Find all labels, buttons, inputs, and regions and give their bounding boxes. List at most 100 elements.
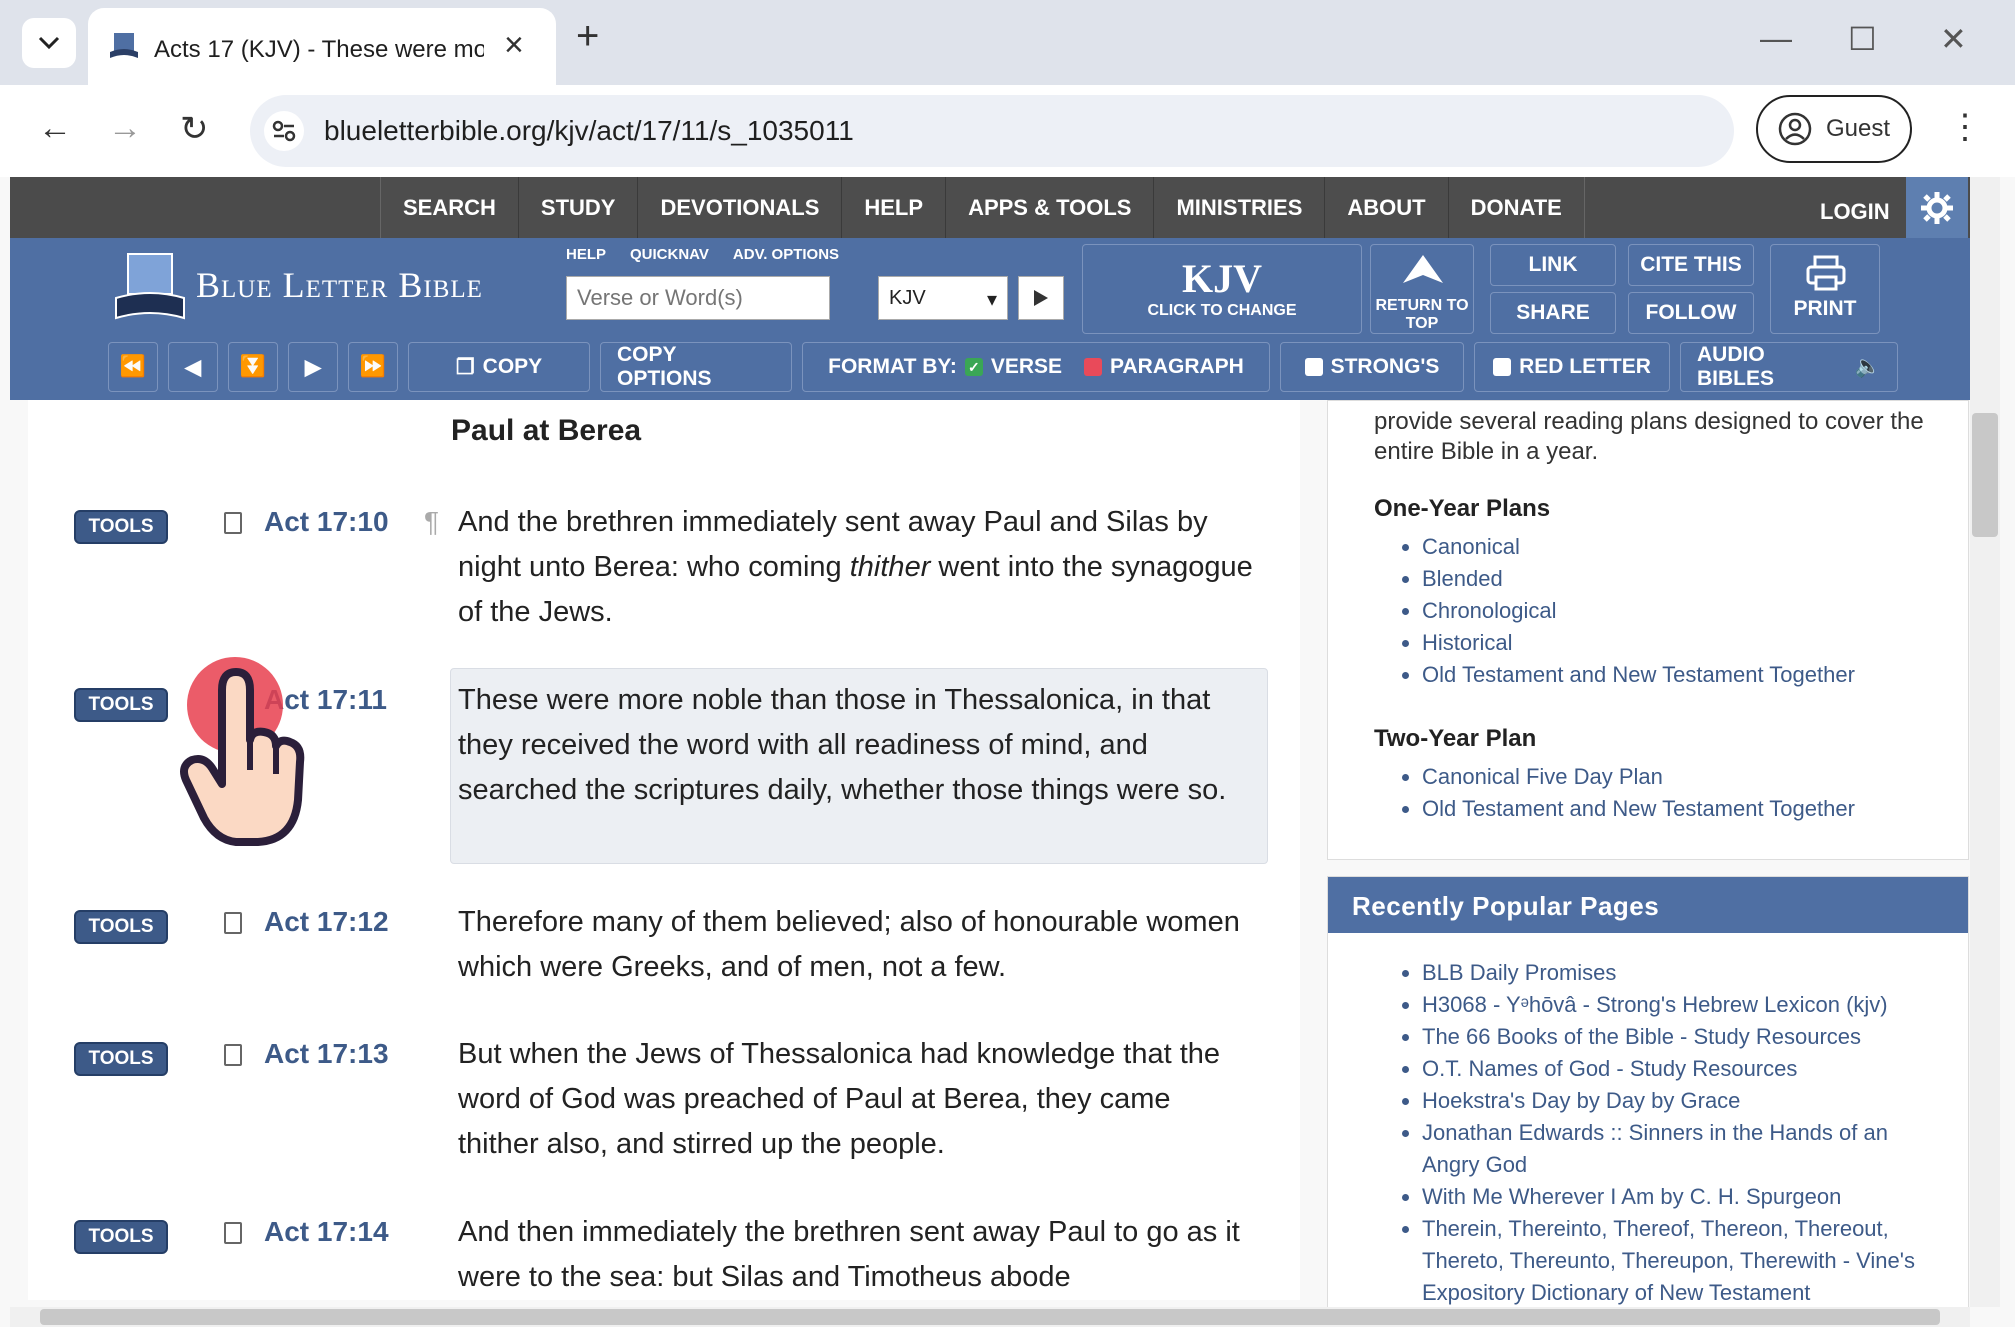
popular-page-link[interactable]: H3068 - Yᵊhōvâ - Strong's Hebrew Lexicon… <box>1422 989 1942 1021</box>
tools-button[interactable]: TOOLS <box>74 688 168 722</box>
verse-search-input[interactable] <box>566 276 830 320</box>
verse-reference[interactable]: Act 17:13 <box>264 1038 389 1070</box>
prev-chapter-button[interactable]: ◀ <box>168 342 218 392</box>
next-chapter-button[interactable]: ▶ <box>288 342 338 392</box>
plan-link[interactable]: Blended <box>1422 563 1855 595</box>
forward-icon[interactable]: → <box>108 109 142 148</box>
verse-reference[interactable]: Act 17:10 <box>264 506 389 538</box>
popular-page-link[interactable]: With Me Wherever I Am by C. H. Spurgeon <box>1422 1181 1942 1213</box>
address-bar[interactable]: blueletterbible.org/kjv/act/17/11/s_1035… <box>250 95 1734 167</box>
maximize-icon[interactable]: ☐ <box>1848 20 1877 58</box>
last-chapter-button[interactable]: ⏩ <box>348 342 398 392</box>
cite-button[interactable]: CITE THIS <box>1628 244 1754 286</box>
paragraph-format-option[interactable]: PARAGRAPH <box>1110 355 1244 379</box>
audio-bibles-button[interactable]: AUDIO BIBLES 🔈 <box>1680 342 1898 392</box>
new-tab-button[interactable]: + <box>576 14 599 59</box>
menu-study[interactable]: STUDY <box>519 177 639 238</box>
copy-verse-icon[interactable] <box>224 512 242 534</box>
tools-button[interactable]: TOOLS <box>74 1042 168 1076</box>
print-button[interactable]: PRINT <box>1770 244 1880 334</box>
checkbox-icon <box>1493 358 1512 376</box>
quicknav-link[interactable]: QUICKNAV <box>630 246 709 263</box>
site-info-icon[interactable] <box>264 111 304 151</box>
scrollbar-thumb[interactable] <box>1972 413 1998 537</box>
menu-about[interactable]: ABOUT <box>1325 177 1449 238</box>
vertical-scrollbar[interactable] <box>1970 177 2000 1307</box>
popular-pages-list: BLB Daily Promises H3068 - Yᵊhōvâ - Stro… <box>1422 957 1942 1309</box>
tools-button[interactable]: TOOLS <box>74 1220 168 1254</box>
copy-verse-icon[interactable] <box>224 1044 242 1066</box>
verse-reference[interactable]: Act 17:12 <box>264 906 389 938</box>
return-top-button[interactable]: RETURN TO TOP <box>1370 244 1474 334</box>
menu-apps-tools[interactable]: APPS & TOOLS <box>946 177 1155 238</box>
menu-devotionals[interactable]: DEVOTIONALS <box>638 177 843 238</box>
strongs-label: STRONG'S <box>1330 355 1440 378</box>
plan-link[interactable]: Historical <box>1422 627 1855 659</box>
popular-page-link[interactable]: Jonathan Edwards :: Sinners in the Hands… <box>1422 1117 1942 1181</box>
format-by-label: FORMAT BY: <box>828 355 957 378</box>
link-button[interactable]: LINK <box>1490 244 1616 286</box>
version-select[interactable]: KJV ▾ <box>878 276 1008 320</box>
horizontal-scrollbar[interactable] <box>10 1307 1970 1327</box>
tools-button[interactable]: TOOLS <box>74 510 168 544</box>
settings-button[interactable] <box>1906 177 1968 238</box>
menu-search[interactable]: SEARCH <box>381 177 519 238</box>
login-link[interactable]: LOGIN <box>1820 199 1890 225</box>
profile-label: Guest <box>1826 115 1891 142</box>
tab-search-button[interactable] <box>22 18 76 68</box>
copy-button[interactable]: ❐ COPY <box>408 342 590 392</box>
plan-link[interactable]: Canonical <box>1422 531 1855 563</box>
menu-donate[interactable]: DONATE <box>1449 177 1584 238</box>
minimize-icon[interactable]: — <box>1760 20 1792 57</box>
plan-link[interactable]: Canonical Five Day Plan <box>1422 761 1855 793</box>
popular-page-link[interactable]: The 66 Books of the Bible - Study Resour… <box>1422 1021 1942 1053</box>
menu-ministries[interactable]: MINISTRIES <box>1154 177 1326 238</box>
menu-icon[interactable]: ⋮ <box>1948 107 1982 147</box>
follow-button[interactable]: FOLLOW <box>1628 292 1754 334</box>
verse-text: These were more noble than those in Thes… <box>458 684 1227 806</box>
verse-text: And the brethren immediately sent away P… <box>458 500 1258 635</box>
main-menu: SEARCH STUDY DEVOTIONALS HELP APPS & TOO… <box>380 177 1585 238</box>
gear-icon <box>1921 191 1953 224</box>
reload-icon[interactable]: ↻ <box>180 109 209 149</box>
popular-page-link[interactable]: Therein, Thereinto, Thereof, Thereon, Th… <box>1422 1213 1942 1309</box>
version-change-button[interactable]: KJV CLICK TO CHANGE <box>1082 244 1362 334</box>
first-chapter-button[interactable]: ⏪ <box>108 342 158 392</box>
search-options: HELP QUICKNAV ADV. OPTIONS <box>566 246 839 263</box>
caret-down-icon: ▾ <box>986 289 997 311</box>
close-window-icon[interactable]: ✕ <box>1940 20 1967 58</box>
copy-options-button[interactable]: COPY OPTIONS <box>600 342 792 392</box>
help-link[interactable]: HELP <box>566 246 606 263</box>
menu-help[interactable]: HELP <box>842 177 947 238</box>
browser-tab[interactable]: Acts 17 (KJV) - These were mor × <box>88 8 556 85</box>
checkbox-checked-icon[interactable]: ✓ <box>964 358 983 376</box>
section-heading: Paul at Berea <box>451 414 642 447</box>
chevron-down-icon <box>38 36 60 50</box>
plan-link[interactable]: Old Testament and New Testament Together <box>1422 793 1855 825</box>
profile-button[interactable]: Guest <box>1756 95 1912 163</box>
verse-format-option[interactable]: VERSE <box>991 355 1062 379</box>
site-logo-text[interactable]: Blue Letter Bible <box>196 264 483 306</box>
share-button[interactable]: SHARE <box>1490 292 1616 334</box>
back-icon[interactable]: ← <box>38 109 72 148</box>
popular-page-link[interactable]: Hoekstra's Day by Day by Grace <box>1422 1085 1942 1117</box>
jump-down-button[interactable]: ⏬ <box>228 342 278 392</box>
adv-options-link[interactable]: ADV. OPTIONS <box>733 246 839 263</box>
checkbox-unchecked-icon[interactable] <box>1084 358 1103 376</box>
copy-verse-icon[interactable] <box>224 1222 242 1244</box>
strongs-toggle[interactable]: STRONG'S <box>1280 342 1464 392</box>
blb-logo-icon[interactable] <box>114 252 186 322</box>
format-by-group: FORMAT BY: ✓ VERSE PARAGRAPH <box>802 342 1270 392</box>
scrollbar-thumb[interactable] <box>40 1309 1940 1325</box>
verse-reference[interactable]: Act 17:14 <box>264 1216 389 1248</box>
search-go-button[interactable] <box>1018 276 1064 320</box>
copy-verse-icon[interactable] <box>224 912 242 934</box>
popular-page-link[interactable]: O.T. Names of God - Study Resources <box>1422 1053 1942 1085</box>
red-letter-toggle[interactable]: RED LETTER <box>1474 342 1670 392</box>
close-tab-icon[interactable]: × <box>504 26 524 65</box>
next-icon: ▶ <box>304 355 322 379</box>
tools-button[interactable]: TOOLS <box>74 910 168 944</box>
plan-link[interactable]: Chronological <box>1422 595 1855 627</box>
plan-link[interactable]: Old Testament and New Testament Together <box>1422 659 1855 691</box>
popular-page-link[interactable]: BLB Daily Promises <box>1422 957 1942 989</box>
